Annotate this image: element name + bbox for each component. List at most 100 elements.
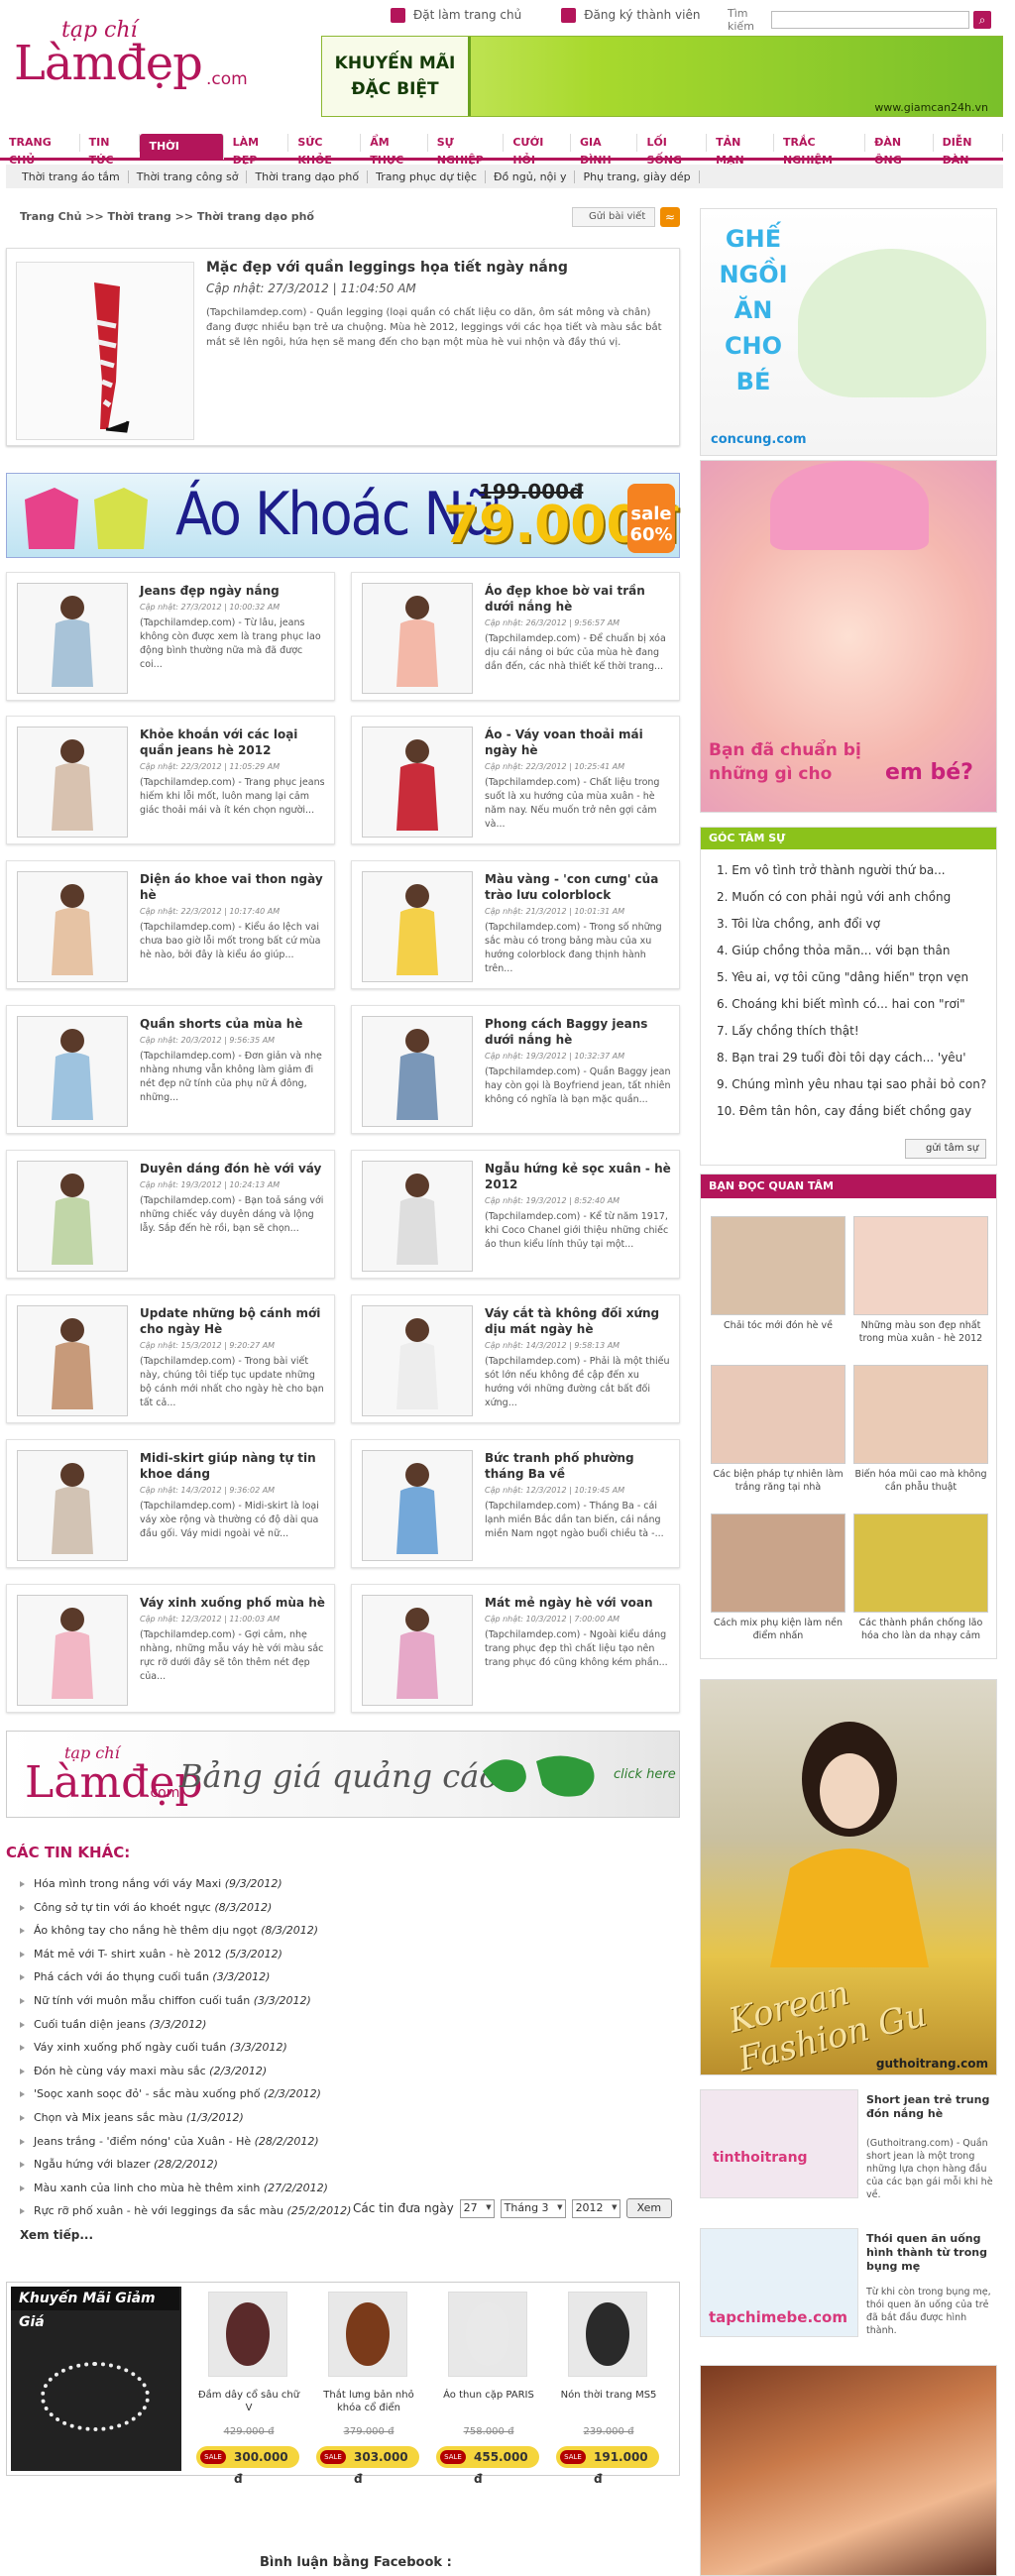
search-button[interactable]: ⌕ <box>973 11 991 29</box>
side-article-1[interactable]: tinthoitrang Short jean trẻ trung đón nắ… <box>700 2089 997 2200</box>
site-logo[interactable]: Làmđẹp <box>14 36 203 91</box>
other-news-item[interactable]: Nữ tính với muôn mẫu chiffon cuối tuần (… <box>20 1994 674 2018</box>
reader-item-caption[interactable]: Các thành phần chống lão hóa cho làn da … <box>851 1617 990 1642</box>
send-article-button[interactable]: Gửi bài viết <box>572 207 655 227</box>
article-title[interactable]: Duyên dáng đón hè với váy <box>140 1161 326 1176</box>
product-name[interactable]: Đầm dây cổ sâu chữ V <box>194 2389 303 2414</box>
confession-item[interactable]: 4. Giúp chồng thỏa mãn... với bạn thân <box>717 944 951 957</box>
nav-item[interactable]: THỜI TRANG <box>140 133 224 178</box>
advertising-rates-banner[interactable]: tạp chí Làmđẹp .com Bảng giá quảng cáo c… <box>6 1731 680 1818</box>
swimwear-ad[interactable] <box>700 2365 997 2576</box>
reader-item-image[interactable] <box>853 1365 988 1464</box>
other-news-item[interactable]: Công sở tự tin với áo khoét ngực (8/3/20… <box>20 1901 674 1925</box>
logo-com-text[interactable]: .com <box>206 69 248 89</box>
confession-item[interactable]: 10. Đêm tân hôn, cay đắng biết chồng gay <box>717 1104 971 1118</box>
click-here-link[interactable]: click here <box>614 1767 676 1782</box>
article-thumbnail[interactable] <box>17 583 128 694</box>
other-news-item[interactable]: Váy xinh xuống phố ngày cuối tuần (3/3/2… <box>20 2041 674 2065</box>
nav-item[interactable]: TIN TỨC <box>80 133 141 167</box>
article-thumbnail[interactable] <box>17 1305 128 1416</box>
reader-item[interactable]: Biến hóa mũi cao mà không cần phẫu thuật <box>851 1365 990 1513</box>
article-thumbnail[interactable] <box>17 1161 128 1272</box>
reader-item-caption[interactable]: Chải tóc mới đón hè về <box>709 1319 847 1332</box>
subnav-item[interactable]: Phụ trang, giày dép <box>575 169 700 183</box>
reader-item[interactable]: Những màu son đẹp nhất trong mùa xuân - … <box>851 1216 990 1365</box>
confession-item[interactable]: 8. Bạn trai 29 tuổi đòi tôi dạy cách... … <box>717 1051 966 1064</box>
reader-item-caption[interactable]: Biến hóa mũi cao mà không cần phẫu thuật <box>851 1468 990 1494</box>
confession-item[interactable]: 3. Tôi lừa chồng, anh đổi vợ <box>717 917 880 931</box>
confession-item[interactable]: 2. Muốn có con phải ngủ với anh chồng <box>717 890 951 904</box>
reader-item-image[interactable] <box>853 1513 988 1613</box>
article-thumbnail[interactable] <box>17 1595 128 1706</box>
article-title[interactable]: Váy xinh xuống phố mùa hè <box>140 1595 326 1611</box>
nav-item[interactable]: LỐI SỐNG <box>637 133 708 167</box>
other-news-item[interactable]: Phá cách với áo thụng cuối tuần (3/3/201… <box>20 1970 674 1994</box>
subnav-item[interactable]: Thời trang dạo phố <box>247 169 369 183</box>
concung-ad[interactable]: GHẾ NGỒI ĂN CHO BÉ concung.com <box>700 208 997 456</box>
other-news-item[interactable]: Ngẫu hứng với blazer (28/2/2012) <box>20 2158 674 2182</box>
reader-item-caption[interactable]: Cách mix phụ kiện làm nền điểm nhấn <box>709 1617 847 1642</box>
search-input[interactable] <box>771 11 969 29</box>
set-homepage-link[interactable]: Đặt làm trang chủ <box>391 8 521 28</box>
product-card[interactable]: Thắt lưng bản nhỏ khóa cổ điển 379.000 đ3… <box>314 2286 423 2486</box>
confession-item[interactable]: 1. Em vô tình trở thành người thứ ba... <box>717 863 946 877</box>
nav-item[interactable]: SỨC KHỎE <box>288 133 362 167</box>
article-title[interactable]: Ngẫu hứng kẻ sọc xuân - hè 2012 <box>485 1161 671 1192</box>
other-news-item[interactable]: Đón hè cùng váy maxi màu sắc (2/3/2012) <box>20 2065 674 2088</box>
reader-item-caption[interactable]: Những màu son đẹp nhất trong mùa xuân - … <box>851 1319 990 1345</box>
reader-item-caption[interactable]: Các biện pháp tự nhiên làm trắng răng tạ… <box>709 1468 847 1494</box>
nav-item[interactable]: GIA ĐÌNH <box>571 133 638 167</box>
confession-item[interactable]: 5. Yêu ai, vợ tôi cũng "dâng hiến" trọn … <box>717 970 968 984</box>
promo-banner-ad[interactable]: Áo Khoác Nữ 199.000đ 79.000đ sale 60% <box>6 473 680 558</box>
other-news-item[interactable]: Hóa mình trong nắng với váy Maxi (9/3/20… <box>20 1877 674 1901</box>
baby-ad[interactable]: Bạn đã chuẩn bị những gì cho em bé? <box>700 460 997 813</box>
reader-item-image[interactable] <box>711 1513 846 1613</box>
other-news-item[interactable]: Chọn và Mix jeans sắc màu (1/3/2012) <box>20 2111 674 2135</box>
product-card[interactable]: Nón thời trang MS5 239.000 đ 191.000 đ SALE <box>554 2286 663 2486</box>
article-title[interactable]: Diện áo khoe vai thon ngày hè <box>140 871 326 903</box>
product-image[interactable] <box>208 2292 287 2377</box>
article-title[interactable]: Phong cách Baggy jeans dưới nắng hè <box>485 1016 671 1048</box>
product-card[interactable]: Đầm dây cổ sâu chữ V 429.000 đ 300.000 đ SA… <box>194 2286 303 2486</box>
subnav-item[interactable]: Thời trang công sở <box>129 169 248 183</box>
nav-item[interactable]: TRANG CHỦ <box>0 133 80 167</box>
reader-item[interactable]: Các thành phần chống lão hóa cho làn da … <box>851 1513 990 1662</box>
nav-item[interactable]: CƯỚI HỎI <box>504 133 571 167</box>
article-title[interactable]: Khỏe khoắn với các loại quần jeans hè 20… <box>140 727 326 758</box>
article-thumbnail[interactable] <box>17 1450 128 1561</box>
reader-item[interactable]: Cách mix phụ kiện làm nền điểm nhấn <box>709 1513 847 1662</box>
featured-image[interactable] <box>16 262 194 440</box>
article-thumbnail[interactable] <box>17 727 128 838</box>
article-title[interactable]: Váy cắt tà không đối xứng dịu mát ngày h… <box>485 1305 671 1337</box>
article-title[interactable]: Update những bộ cánh mới cho ngày Hè <box>140 1305 326 1337</box>
confession-item[interactable]: 6. Choáng khi biết mình có... hai con "r… <box>717 997 965 1011</box>
subnav-item[interactable]: Trang phục dự tiệc <box>368 169 487 183</box>
reader-item[interactable]: Chải tóc mới đón hè về <box>709 1216 847 1365</box>
other-news-item[interactable]: Jeans trắng - 'điểm nóng' của Xuân - Hè … <box>20 2135 674 2159</box>
product-image[interactable] <box>448 2292 527 2377</box>
article-title[interactable]: Áo đẹp khoe bờ vai trần dưới nắng hè <box>485 583 671 615</box>
article-title[interactable]: Midi-skirt giúp nàng tự tin khoe dáng <box>140 1450 326 1482</box>
article-title[interactable]: Bức tranh phố phường tháng Ba về <box>485 1450 671 1482</box>
reader-item[interactable]: Các biện pháp tự nhiên làm trắng răng tạ… <box>709 1365 847 1513</box>
month-select[interactable]: Tháng 3 <box>500 2198 566 2218</box>
confession-item[interactable]: 7. Lấy chồng thích thật! <box>717 1024 859 1038</box>
article-thumbnail[interactable] <box>362 871 473 982</box>
product-image[interactable] <box>328 2292 407 2377</box>
product-name[interactable]: Thắt lưng bản nhỏ khóa cổ điển <box>314 2389 423 2414</box>
nav-item[interactable]: ĐÀN ÔNG <box>865 133 934 167</box>
article-title[interactable]: Quần shorts của mùa hè <box>140 1016 326 1032</box>
product-image[interactable] <box>568 2292 647 2377</box>
day-select[interactable]: 27 <box>459 2198 495 2218</box>
side-article-2[interactable]: tapchimebe.com Thói quen ăn uống hình th… <box>700 2228 997 2337</box>
article-thumbnail[interactable] <box>17 871 128 982</box>
article-thumbnail[interactable] <box>17 1016 128 1127</box>
subnav-item[interactable]: Thời trang áo tắm <box>14 169 129 183</box>
article-thumbnail[interactable] <box>362 1305 473 1416</box>
article-title[interactable]: Áo - Váy voan thoải mái ngày hè <box>485 727 671 758</box>
nav-item[interactable]: TẢN MẠN <box>707 133 774 167</box>
reader-item-image[interactable] <box>711 1365 846 1464</box>
year-select[interactable]: 2012 <box>571 2198 620 2218</box>
nav-item[interactable]: DIỄN ĐÀN <box>934 133 1003 167</box>
korean-fashion-ad[interactable]: Korean Fashion Gu guthoitrang.com <box>700 1679 997 2079</box>
